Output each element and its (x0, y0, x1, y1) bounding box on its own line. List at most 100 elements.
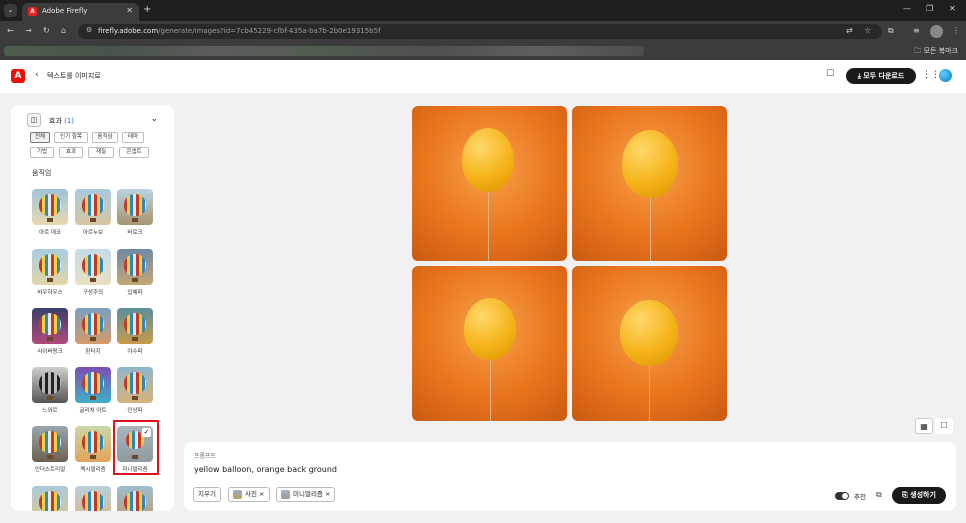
bookmark-star-icon[interactable]: ☆ (864, 26, 871, 35)
tab-search-chevron-icon[interactable]: ⌄ (4, 4, 17, 17)
effect-label: 인상파 (127, 408, 143, 414)
restore-icon[interactable]: ❐ (926, 4, 933, 13)
filter-chip-technique[interactable]: 기법 (30, 147, 54, 158)
effect-cyberpunk[interactable]: 사이버펑크 (32, 308, 68, 355)
translate-icon[interactable]: ⇄ (846, 26, 853, 35)
all-bookmarks-button[interactable]: 🗀 모든 북마크 (914, 46, 958, 58)
user-avatar[interactable] (939, 69, 952, 82)
balloon-shape (464, 298, 516, 360)
effects-icon: ◫ (27, 113, 41, 127)
tag-photo[interactable]: 사진 × (228, 487, 270, 502)
effect-impressionism[interactable]: 인상파 (117, 367, 153, 414)
recommend-toggle[interactable] (835, 492, 849, 500)
balloon-string (650, 198, 651, 261)
filter-chip-popular[interactable]: 인기 항목 (54, 132, 88, 143)
generated-image-2[interactable] (572, 106, 727, 261)
home-icon[interactable]: ⌂ (61, 26, 66, 35)
effects-label: 효과 (1) (49, 116, 74, 126)
tab-title: Adobe Firefly (42, 7, 88, 15)
effect-constructivism[interactable]: 구성주의 (75, 249, 111, 296)
effect-more-1[interactable] (32, 486, 68, 511)
filter-chip-material[interactable]: 재질 (88, 147, 114, 158)
filter-chip-movement[interactable]: 움직임 (92, 132, 118, 143)
effects-header[interactable]: ◫ 효과 (1) ⌄ (27, 113, 158, 127)
back-chevron-icon[interactable]: ‹ (35, 70, 39, 80)
prompt-input[interactable]: yellow balloon, orange back ground (194, 465, 337, 474)
extensions-icon[interactable]: ⧉ (888, 26, 894, 36)
effect-thumbnail (75, 308, 111, 344)
effect-maximalism[interactable]: 맥시멀리즘 (75, 426, 111, 473)
effect-noir[interactable]: 느와르 (32, 367, 68, 414)
filter-chip-theme[interactable]: 테마 (122, 132, 144, 143)
effects-title: 효과 (49, 117, 62, 125)
reload-icon[interactable]: ↻ (43, 26, 50, 35)
new-tab-button[interactable]: + (143, 4, 151, 15)
effect-thumbnail (117, 308, 153, 344)
adobe-logo-icon[interactable]: A (11, 69, 25, 83)
generate-label: 생성하기 (910, 491, 936, 499)
balloon-string (488, 192, 489, 261)
browser-profile-avatar[interactable] (930, 25, 943, 38)
clear-button[interactable]: 지우기 (193, 487, 221, 502)
filter-chip-all[interactable]: 전체 (30, 132, 50, 143)
selected-effect-highlight (113, 420, 159, 475)
close-window-icon[interactable]: ✕ (949, 4, 956, 13)
photo-tag-icon (233, 489, 242, 499)
effect-art-nouveau[interactable]: 아르누보 (75, 189, 111, 236)
effect-more-2[interactable] (75, 486, 111, 511)
effect-thumbnail (75, 486, 111, 511)
browser-menu-icon[interactable]: ⋮ (952, 26, 960, 35)
effect-thumbnail (32, 308, 68, 344)
site-info-icon[interactable]: ⚙ (86, 26, 96, 36)
effect-thumbnail (75, 367, 111, 403)
download-all-button[interactable]: ⤓ 모두 다운로드 (846, 68, 916, 84)
adobe-favicon-icon: A (28, 7, 37, 16)
browser-tabstrip: ⌄ A Adobe Firefly ✕ + — ❐ ✕ (0, 0, 966, 21)
feedback-icon[interactable]: ☐ (826, 69, 838, 81)
app-header: A ‹ 텍스트를 이미지로 ☐ ⤓ 모두 다운로드 ⋮⋮ (0, 60, 966, 93)
effect-industrial[interactable]: 인더스트리얼 (32, 426, 68, 473)
page-title: 텍스트를 이미지로 (47, 72, 101, 80)
chevron-down-icon[interactable]: ⌄ (150, 114, 158, 124)
filter-chip-effect[interactable]: 효과 (59, 147, 83, 158)
minimize-icon[interactable]: — (903, 4, 911, 13)
effect-label: 야수파 (127, 349, 143, 355)
generated-image-4[interactable] (572, 266, 727, 421)
tag-remove-icon[interactable]: × (325, 490, 330, 498)
tab-close-icon[interactable]: ✕ (126, 6, 133, 15)
back-arrow-icon[interactable]: ← (7, 26, 14, 35)
effect-thumbnail (32, 189, 68, 225)
effect-fantasy[interactable]: 판타지 (75, 308, 111, 355)
tag-label: 미니멀리즘 (293, 490, 323, 498)
balloon-string (649, 366, 650, 421)
effect-more-3[interactable] (117, 486, 153, 511)
effects-count: (1) (64, 117, 75, 125)
effect-glitch-art[interactable]: 글리치 아트 (75, 367, 111, 414)
effect-thumbnail (117, 249, 153, 285)
address-bar[interactable]: ⚙ firefly.adobe.com/generate/images?id=7… (78, 24, 882, 39)
browser-tab-firefly[interactable]: A Adobe Firefly ✕ (22, 3, 139, 21)
generated-image-3[interactable] (412, 266, 567, 421)
effect-fauvism[interactable]: 야수파 (117, 308, 153, 355)
effect-label: 바로크 (127, 230, 143, 236)
generated-image-1[interactable] (412, 106, 567, 261)
generate-button[interactable]: ⎘ 생성하기 (892, 487, 946, 504)
balloon-string (490, 360, 491, 421)
aspect-ratio-icon[interactable]: ⧉ (876, 490, 882, 500)
effect-bauhaus[interactable]: 바우하우스 (32, 249, 68, 296)
effect-thumbnail (117, 367, 153, 403)
apps-grid-icon[interactable]: ⋮⋮ (922, 70, 940, 80)
single-view-toggle-icon[interactable]: ☐ (935, 418, 953, 434)
filter-chip-concept[interactable]: 콘셉트 (119, 147, 149, 158)
effect-art-deco[interactable]: 아르 데코 (32, 189, 68, 236)
effect-thumbnail (117, 189, 153, 225)
effect-thumbnail (75, 249, 111, 285)
tag-remove-icon[interactable]: × (259, 490, 264, 498)
effect-cubism[interactable]: 입체파 (117, 249, 153, 296)
tag-label: 사진 (245, 490, 257, 498)
grid-view-toggle-icon[interactable]: ▦ (915, 418, 933, 434)
reading-list-icon[interactable]: ≡ (913, 26, 920, 35)
tag-minimalism[interactable]: 미니멀리즘 × (276, 487, 336, 502)
forward-arrow-icon[interactable]: → (25, 26, 32, 35)
effect-baroque[interactable]: 바로크 (117, 189, 153, 236)
